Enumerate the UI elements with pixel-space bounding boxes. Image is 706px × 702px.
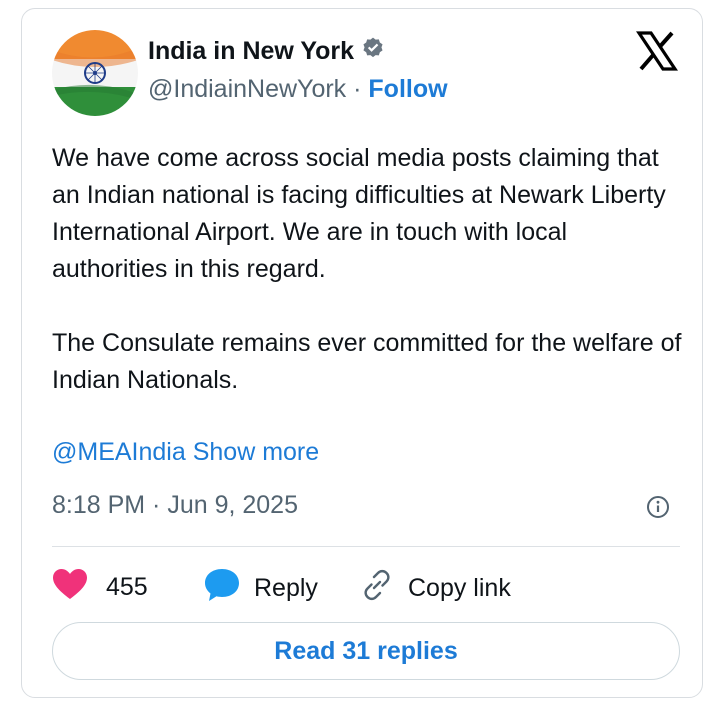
reply-button[interactable]: Reply bbox=[204, 568, 318, 609]
speech-bubble-icon bbox=[204, 568, 240, 609]
x-logo-icon[interactable] bbox=[636, 30, 678, 72]
heart-icon bbox=[52, 568, 88, 607]
india-flag-avatar-image bbox=[52, 30, 138, 116]
read-replies-label: Read 31 replies bbox=[274, 636, 458, 665]
divider bbox=[52, 546, 680, 547]
copy-link-button[interactable]: Copy link bbox=[360, 568, 511, 609]
mention-row: @MEAIndia Show more bbox=[52, 438, 319, 467]
like-button[interactable]: 455 bbox=[52, 568, 148, 607]
author-handle[interactable]: @IndiainNewYork bbox=[148, 75, 346, 103]
author-name[interactable]: India in New York bbox=[148, 37, 354, 65]
avatar[interactable] bbox=[52, 30, 138, 116]
link-icon bbox=[360, 568, 394, 609]
tweet-paragraph: We have come across social media posts c… bbox=[52, 144, 666, 283]
like-count: 455 bbox=[106, 573, 148, 601]
reply-label: Reply bbox=[254, 574, 318, 602]
tweet-paragraph: The Consulate remains ever committed for… bbox=[52, 329, 682, 394]
mention-link[interactable]: @MEAIndia bbox=[52, 438, 186, 466]
read-replies-button[interactable]: Read 31 replies bbox=[52, 622, 680, 680]
show-more-link[interactable]: Show more bbox=[193, 438, 319, 466]
author-name-row[interactable]: India in New York bbox=[148, 36, 386, 69]
timestamp[interactable]: 8:18 PM · Jun 9, 2025 bbox=[52, 491, 298, 520]
author-handle-row: @IndiainNewYork · Follow bbox=[148, 75, 448, 104]
tweet-body: We have come across social media posts c… bbox=[52, 140, 682, 399]
info-icon[interactable] bbox=[646, 495, 670, 519]
handle-separator: · bbox=[353, 75, 362, 103]
follow-button[interactable]: Follow bbox=[368, 75, 447, 103]
verified-badge-icon bbox=[360, 36, 386, 69]
copy-link-label: Copy link bbox=[408, 574, 511, 602]
